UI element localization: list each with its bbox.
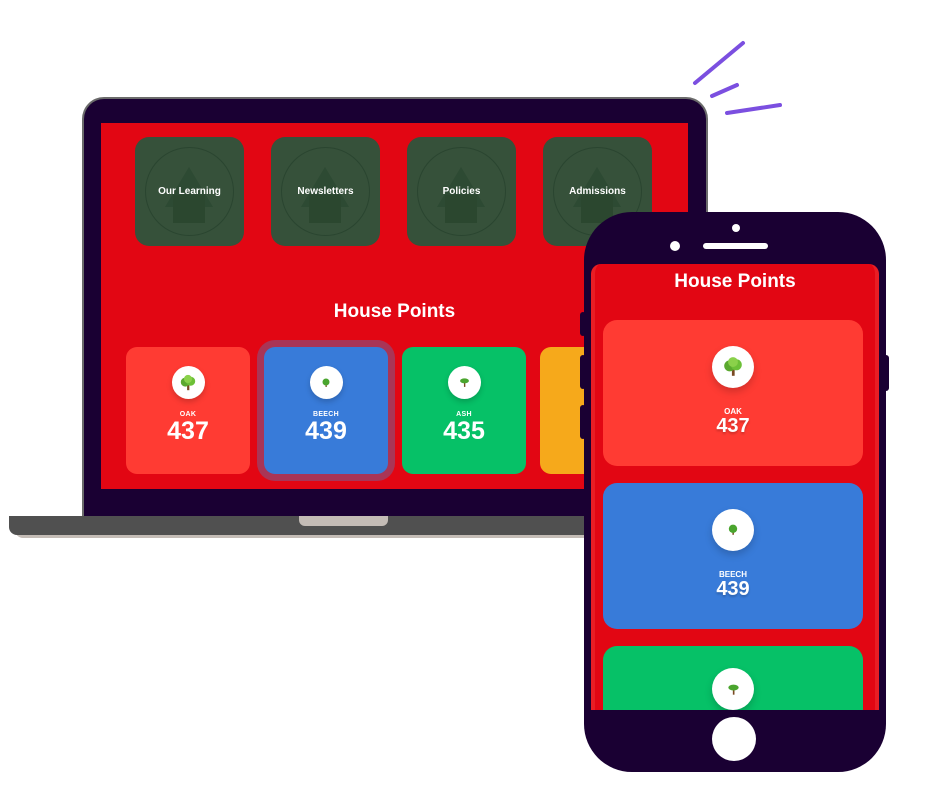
house-card-oak[interactable]: OAK 437 — [126, 347, 250, 474]
phone-frame: House Points OAK 437 BEECH 439 — [584, 212, 886, 772]
tree-icon — [712, 668, 754, 710]
nav-tile-our-learning[interactable]: Our Learning — [135, 137, 244, 246]
nav-tile-newsletters[interactable]: Newsletters — [271, 137, 380, 246]
phone-screen: House Points OAK 437 BEECH 439 — [591, 264, 879, 710]
house-card-ash[interactable]: ASH 435 — [402, 347, 526, 474]
tree-icon — [309, 366, 343, 399]
tree-icon — [712, 509, 754, 551]
house-points: 437 — [167, 417, 209, 445]
phone-camera — [732, 224, 740, 232]
nav-tile-label: Newsletters — [297, 186, 354, 197]
house-card-oak[interactable]: OAK 437 — [603, 320, 863, 466]
nav-tile-label: Our Learning — [158, 186, 221, 197]
tree-icon — [171, 366, 205, 399]
house-points: 439 — [716, 578, 750, 600]
house-card-ash[interactable] — [603, 646, 863, 710]
house-points: 435 — [443, 417, 485, 445]
phone-sensor — [670, 241, 680, 251]
laptop-trackpad-notch — [299, 516, 388, 526]
house-card-beech[interactable]: BEECH 439 — [603, 483, 863, 629]
house-points: 437 — [716, 415, 750, 437]
house-points-title: House Points — [674, 271, 796, 292]
phone-speaker — [703, 243, 768, 249]
house-points: 439 — [305, 417, 347, 445]
nav-tile-label: Admissions — [569, 186, 626, 197]
house-card-beech[interactable]: BEECH 439 — [264, 347, 388, 474]
phone-home-button[interactable] — [712, 717, 756, 761]
nav-tiles: Our Learning Newsletters Policies Admiss… — [135, 137, 652, 246]
nav-tile-label: Policies — [442, 186, 481, 197]
tree-icon — [447, 366, 481, 399]
nav-tile-policies[interactable]: Policies — [407, 137, 516, 246]
tree-icon — [712, 346, 754, 388]
